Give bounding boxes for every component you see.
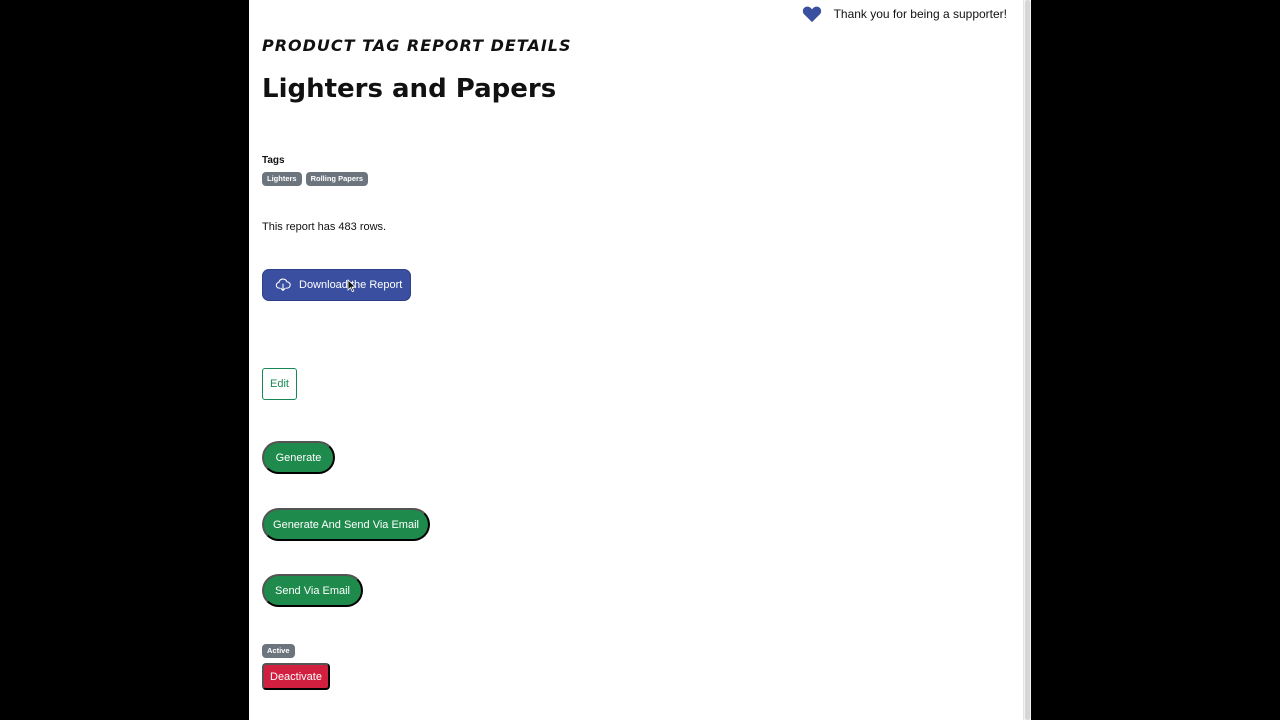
page-eyebrow: PRODUCT TAG REPORT DETAILS [262,36,572,55]
edit-button[interactable]: Edit [262,368,297,400]
download-report-button[interactable]: Download the Report [262,269,411,301]
status-badge: Active [262,644,295,658]
page-content: Thank you for being a supporter! PRODUCT… [249,0,1023,720]
heart-icon [802,5,822,23]
send-via-email-button[interactable]: Send Via Email [262,574,363,607]
generate-button[interactable]: Generate [262,441,335,474]
deactivate-button[interactable]: Deactivate [262,663,330,690]
supporter-text: Thank you for being a supporter! [833,7,1007,21]
tag-list: Lighters Rolling Papers [262,172,369,186]
scrollbar[interactable] [1023,0,1031,720]
supporter-banner: Thank you for being a supporter! [802,5,1007,23]
mouse-cursor-icon [347,279,357,293]
tag-badge-rolling-papers: Rolling Papers [305,172,369,186]
tags-label: Tags [262,155,285,166]
tag-badge-lighters: Lighters [262,172,302,186]
cloud-download-icon [275,278,291,292]
scrollbar-thumb[interactable] [1025,0,1030,720]
page-title: Lighters and Papers [262,74,557,104]
generate-and-send-email-button[interactable]: Generate And Send Via Email [262,508,430,541]
row-count-text: This report has 483 rows. [262,221,387,233]
